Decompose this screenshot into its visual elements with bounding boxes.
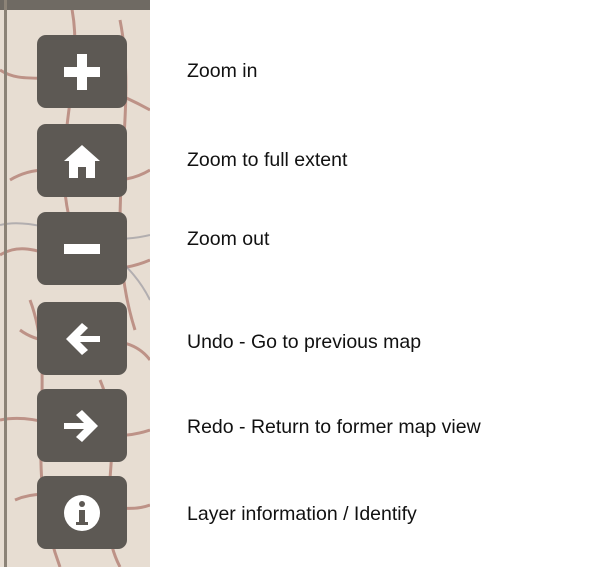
info-icon bbox=[60, 491, 104, 535]
zoom-full-extent-label: Zoom to full extent bbox=[187, 149, 348, 171]
undo-previous-map-button[interactable] bbox=[37, 302, 127, 375]
map-background bbox=[0, 0, 150, 567]
arrow-right-icon bbox=[60, 404, 104, 448]
zoom-in-button[interactable] bbox=[37, 35, 127, 108]
layer-info-identify-button[interactable] bbox=[37, 476, 127, 549]
zoom-full-extent-button[interactable] bbox=[37, 124, 127, 197]
redo-former-map-button[interactable] bbox=[37, 389, 127, 462]
zoom-in-label: Zoom in bbox=[187, 60, 258, 82]
home-icon bbox=[58, 139, 106, 183]
zoom-out-button[interactable] bbox=[37, 212, 127, 285]
undo-label: Undo - Go to previous map bbox=[187, 331, 422, 353]
redo-label: Redo - Return to former map view bbox=[187, 416, 481, 438]
zoom-out-minus-icon bbox=[60, 227, 104, 271]
zoom-out-label: Zoom out bbox=[187, 228, 270, 250]
map-frame-edge bbox=[4, 0, 7, 567]
zoom-in-plus-icon bbox=[60, 50, 104, 94]
arrow-left-icon bbox=[60, 317, 104, 361]
layer-info-label: Layer information / Identify bbox=[187, 503, 417, 525]
